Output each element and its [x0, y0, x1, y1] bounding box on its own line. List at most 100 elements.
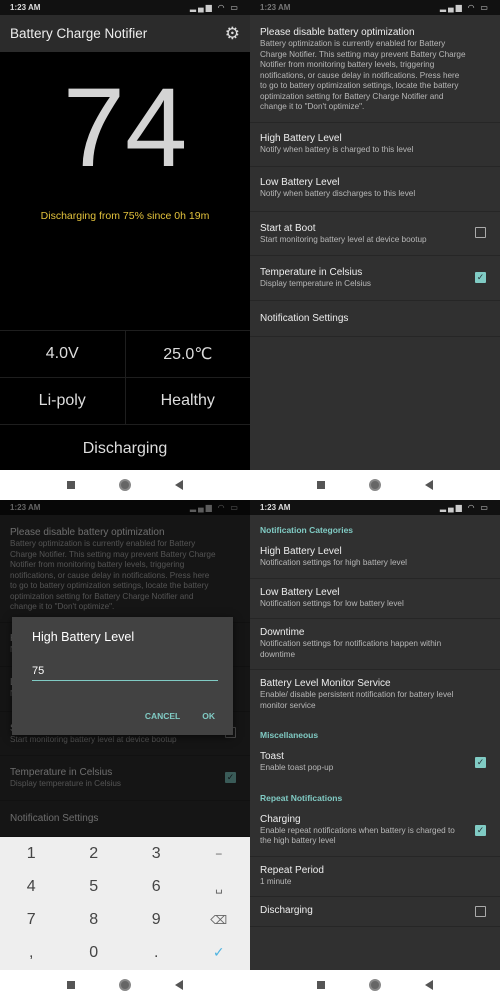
done-key[interactable]: ✓	[188, 936, 251, 969]
key-7[interactable]: 7	[0, 903, 63, 936]
voltage: 4.0V	[45, 345, 79, 362]
level-input[interactable]: 75	[32, 665, 218, 681]
key-4[interactable]: 4	[0, 870, 63, 903]
status-icons: ▂▄▆ ◠ ▭	[189, 3, 240, 12]
setting-title: Low Battery Level	[260, 177, 340, 188]
setting-title: High Battery Level	[260, 132, 342, 144]
setting-title: Notification Settings	[260, 312, 349, 324]
setting-title: Please disable battery optimization	[260, 27, 415, 38]
setting-start-at-boot[interactable]: Start at BootStart monitoring battery le…	[250, 212, 500, 256]
status-bar: 1:23 AM ▂▄▆ ◠ ▭	[0, 0, 250, 15]
setting-title: Temperature in Celsius	[260, 267, 363, 278]
nav-bar	[250, 470, 500, 500]
setting-summary: Display temperature in Celsius	[260, 279, 372, 288]
status-bar: 1:23 AM ▂▄▆ ◠ ▭	[250, 500, 500, 515]
cancel-button[interactable]: CANCEL	[145, 711, 180, 721]
gear-icon[interactable]: ⚙	[225, 24, 240, 44]
setting-low-battery-level[interactable]: Low Battery LevelNotify when battery dis…	[250, 167, 500, 212]
setting-summary: Enable repeat notifications when battery…	[260, 825, 455, 846]
discharge-status: Discharging from 75% since 0h 19m	[40, 210, 210, 222]
setting-summary: Notification settings for low battery le…	[260, 598, 404, 608]
key-1[interactable]: 1	[0, 837, 63, 870]
app-toolbar: Battery Charge Notifier ⚙	[0, 15, 250, 52]
setting-summary: Enable/ disable persistent notification …	[260, 690, 454, 710]
home-icon[interactable]	[119, 979, 131, 991]
back-icon[interactable]	[175, 480, 183, 490]
recents-icon[interactable]	[317, 981, 325, 989]
key-8[interactable]: 8	[63, 903, 126, 936]
setting-summary: 1 minute	[260, 876, 292, 886]
checkbox-unchecked[interactable]	[475, 227, 486, 239]
checkbox-checked[interactable]: ✓	[475, 824, 486, 836]
setting-title: Start at Boot	[260, 222, 316, 234]
main-screen-panel: 1:23 AM ▂▄▆ ◠ ▭ Battery Charge Notifier ⚙…	[0, 0, 250, 500]
charging-state: Discharging	[82, 439, 168, 457]
status-time: 1:23 AM	[260, 3, 291, 12]
setting-summary: Notification settings for notifications …	[260, 639, 442, 659]
back-icon[interactable]	[425, 980, 433, 990]
setting-summary: Start monitoring battery level at device…	[260, 234, 427, 244]
recents-icon[interactable]	[317, 481, 325, 489]
status-time: 1:23 AM	[10, 3, 41, 12]
setting-battery-level-monitor-service[interactable]: Battery Level Monitor Service Enable/ dis…	[250, 670, 500, 720]
home-icon[interactable]	[369, 479, 381, 491]
checkbox-checked[interactable]: ✓	[475, 756, 486, 768]
setting-please-disable-battery-optimization[interactable]: Please disable battery optimizationBatte…	[250, 15, 500, 123]
setting-title: Toast	[260, 751, 284, 762]
key-period[interactable]: .	[125, 936, 188, 969]
key-comma[interactable]: ,	[0, 936, 63, 969]
setting-downtime[interactable]: Downtime Notification settings for notifi…	[250, 619, 500, 670]
setting-low-battery-level[interactable]: Low Battery Level Notification settings f…	[250, 579, 500, 619]
section-header: Notification Categories	[260, 525, 354, 535]
status-bar: 1:23 AM ▂▄▆ ◠ ▭	[250, 0, 500, 15]
key-3[interactable]: 3	[125, 837, 188, 870]
setting-high-battery-level[interactable]: High Battery Level Notification settings …	[250, 538, 500, 579]
setting-notification-settings[interactable]: Notification Settings	[250, 301, 500, 337]
setting-toast[interactable]: Toast Enable toast pop-up ✓	[250, 743, 500, 783]
setting-title: Low Battery Level	[260, 586, 340, 598]
app-title: Battery Charge Notifier	[10, 26, 148, 41]
health: Healthy	[124, 378, 251, 424]
recents-icon[interactable]	[67, 481, 75, 489]
section-header: Miscellaneous	[260, 730, 319, 740]
setting-summary: Enable toast pop-up	[260, 763, 334, 772]
setting-charging[interactable]: Charging Enable repeat notifications when…	[250, 806, 500, 857]
setting-high-battery-level[interactable]: High Battery LevelNotify when battery is…	[250, 123, 500, 167]
setting-title: High Battery Level	[260, 546, 342, 557]
notification-settings-panel: 1:23 AM ▂▄▆ ◠ ▭ Notification Categories Hi…	[250, 500, 500, 1000]
key-0[interactable]: 0	[63, 936, 126, 969]
setting-title: Discharging	[260, 905, 313, 916]
key-9[interactable]: 9	[125, 903, 188, 936]
minus-key[interactable]: −	[188, 837, 251, 870]
key-6[interactable]: 6	[125, 870, 188, 903]
setting-summary: Battery optimization is currently enable…	[260, 39, 466, 111]
setting-title: Repeat Period	[260, 864, 324, 876]
key-2[interactable]: 2	[63, 837, 126, 870]
nav-bar	[0, 470, 250, 500]
key-5[interactable]: 5	[63, 870, 126, 903]
checkbox-checked[interactable]: ✓	[475, 271, 486, 283]
setting-title: Battery Level Monitor Service	[260, 678, 391, 689]
checkbox-unchecked[interactable]	[475, 905, 486, 917]
status-icons: ▂▄▆ ◠ ▭	[439, 503, 490, 512]
space-key[interactable]: ␣	[188, 870, 251, 903]
setting-discharging[interactable]: Discharging	[250, 897, 500, 927]
section-header: Repeat Notifications	[260, 792, 343, 803]
dialog-title: High Battery Level	[32, 630, 135, 644]
temperature: 25.0℃	[124, 331, 251, 377]
setting-summary: Notify when battery is charged to this l…	[260, 144, 414, 154]
recents-icon[interactable]	[67, 981, 75, 989]
backspace-key[interactable]: ⌫	[188, 903, 251, 936]
back-icon[interactable]	[175, 980, 183, 990]
home-icon[interactable]	[369, 979, 381, 991]
home-icon[interactable]	[119, 479, 131, 491]
setting-repeat-period[interactable]: Repeat Period 1 minute	[250, 857, 500, 897]
back-icon[interactable]	[425, 480, 433, 490]
ok-button[interactable]: OK	[202, 711, 215, 721]
battery-info-grid: 4.0V 25.0℃ Li-poly Healthy Discharging	[0, 330, 250, 470]
setting-title: Downtime	[260, 627, 305, 638]
nav-bar	[0, 970, 250, 1000]
setting-temperature-in-celsius[interactable]: Temperature in CelsiusDisplay temperatur…	[250, 256, 500, 301]
technology: Li-poly	[38, 392, 86, 409]
status-time: 1:23 AM	[260, 503, 291, 512]
